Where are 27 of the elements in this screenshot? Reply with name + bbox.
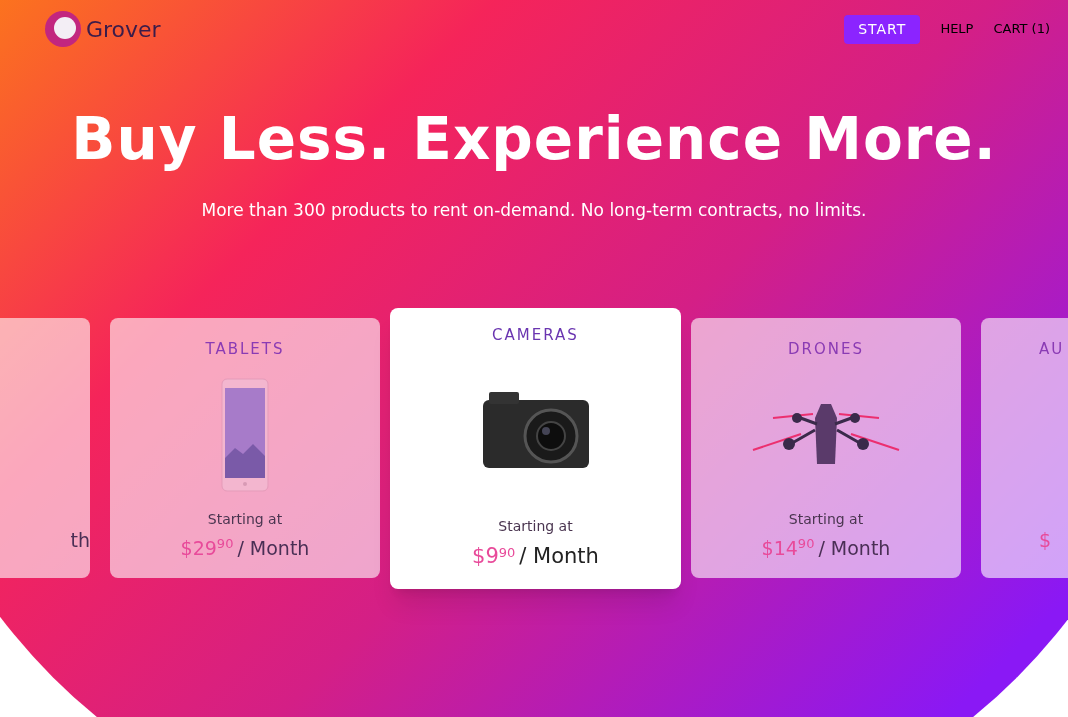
nav-link[interactable]: HELP <box>940 19 974 39</box>
price-unit: / Month <box>818 535 891 561</box>
price: $9$^{90}$ <box>472 543 516 570</box>
logo-icon <box>44 10 82 48</box>
price-unit: / Month <box>519 543 599 570</box>
card-title: CAMERAS <box>492 324 579 346</box>
product-card[interactable]: DRONES Starting at $14$^{90}$ / Month <box>691 318 961 578</box>
price: $14$^{90}$ <box>761 535 815 561</box>
start-button[interactable]: START <box>844 14 921 44</box>
product-card[interactable]: th <box>0 318 90 578</box>
card-title: DRONES <box>788 339 864 360</box>
price: $ <box>1039 527 1052 553</box>
price-unit: / Month <box>237 535 310 561</box>
price-unit: th <box>70 527 90 553</box>
card-title: AU <box>1039 339 1065 360</box>
logo-wordmark: Grover <box>86 15 161 44</box>
card-title: TABLETS <box>205 339 285 360</box>
product-card[interactable]: TABLETS Starting at $29$^{90}$ / Month <box>110 318 380 578</box>
product-card[interactable]: AU $ <box>981 318 1068 578</box>
product-card[interactable]: CAMERAS Starting at $9$^{90}$ / Month <box>390 307 681 589</box>
nav-link[interactable]: CART (1) <box>993 19 1050 39</box>
price: $29$^{90}$ <box>180 535 234 561</box>
tablet-icon <box>221 377 269 492</box>
starting-at-label: Starting at <box>788 509 864 529</box>
starting-at-label: Starting at <box>498 517 573 536</box>
hero-subtitle: More than 300 products to rent on-demand. No long-term contracts, no limits. <box>200 199 868 222</box>
starting-at-label: Starting at <box>207 509 283 529</box>
